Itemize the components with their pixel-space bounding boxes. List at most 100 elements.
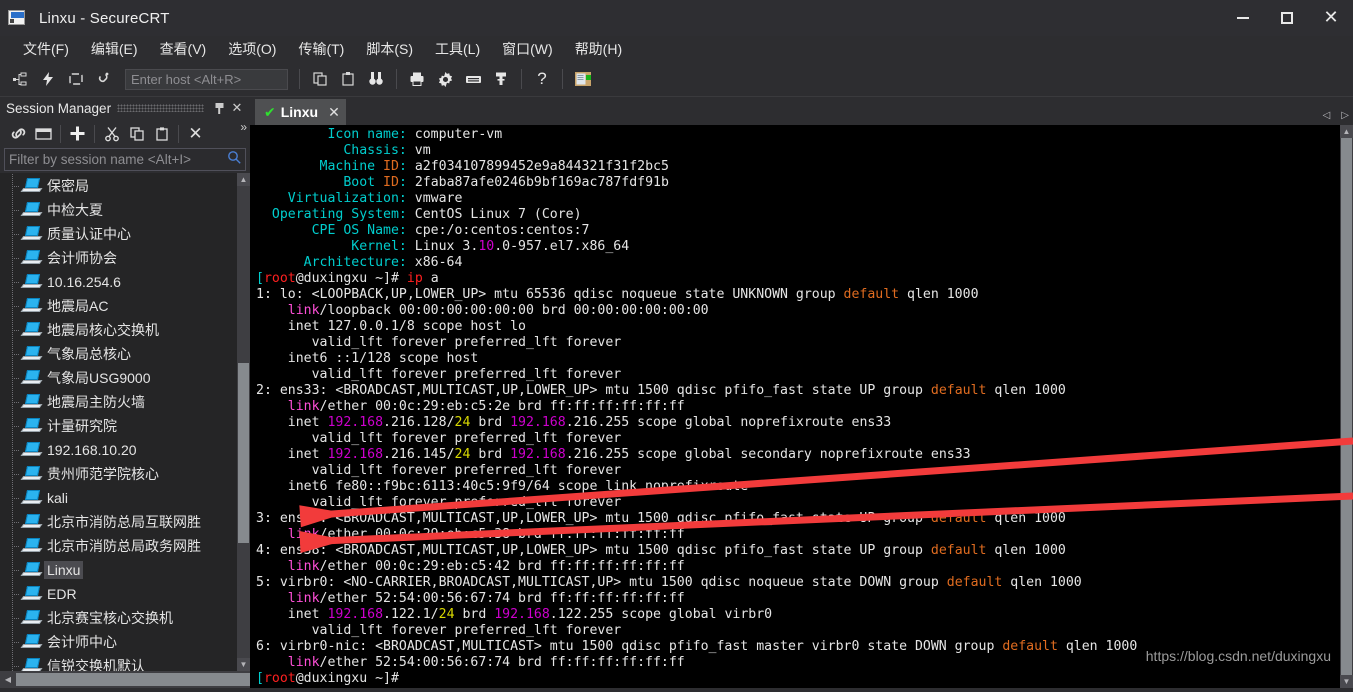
terminal-scrollbar-thumb[interactable] (1341, 138, 1352, 675)
session-list-item[interactable]: 贵州师范学院核心 (0, 462, 237, 487)
session-name-label: kali (47, 490, 69, 507)
session-list-item[interactable]: 北京赛宝核心交换机 (0, 606, 237, 631)
session-list-item[interactable]: 会计师协会 (0, 246, 237, 271)
session-manager-toggle-icon[interactable] (571, 66, 595, 92)
session-list-item[interactable]: 地震局主防火墙 (0, 390, 237, 415)
session-list-item[interactable]: 北京市消防总局政务网胜 (0, 534, 237, 559)
content-area: Session Manager ✕ ✕ » Filter by session … (0, 97, 1353, 689)
session-list-item[interactable]: 质量认证中心 (0, 222, 237, 247)
paste-icon[interactable] (149, 122, 174, 146)
search-icon[interactable] (227, 150, 241, 169)
hscroll-track[interactable] (16, 671, 316, 688)
drag-handle[interactable] (117, 104, 204, 113)
session-computer-icon (20, 369, 43, 387)
session-list-scrollbar[interactable]: ▲ ▼ (237, 173, 250, 672)
terminal-scrollbar[interactable]: ▲ ▼ (1340, 125, 1353, 688)
quick-connect-icon[interactable] (36, 66, 60, 92)
delete-icon[interactable]: ✕ (183, 122, 208, 146)
menu-bar: 文件(F) 编辑(E) 查看(V) 选项(O) 传输(T) 脚本(S) 工具(L… (0, 36, 1353, 62)
close-button[interactable]: ✕ (1309, 0, 1353, 36)
tab-close-icon[interactable]: ✕ (328, 104, 340, 121)
pin-icon[interactable] (210, 98, 228, 118)
session-computer-icon (20, 345, 43, 363)
menu-options[interactable]: 选项(O) (217, 37, 287, 61)
gear-icon[interactable] (433, 66, 457, 92)
session-list-hscrollbar[interactable]: ◀ ▶ (0, 671, 316, 689)
terminal-text: .216.145/ (383, 447, 455, 462)
menu-help[interactable]: 帮助(H) (564, 37, 633, 61)
session-list-item[interactable]: 10.16.254.6 (0, 270, 237, 295)
tab-linxu[interactable]: ✔ Linxu ✕ (255, 99, 346, 125)
terminal-text: default (930, 543, 987, 558)
close-panel-icon[interactable]: ✕ (228, 98, 246, 118)
tab-nav-prev-icon[interactable]: ◁ (1323, 110, 1331, 121)
menu-view[interactable]: 查看(V) (149, 37, 218, 61)
host-placeholder: Enter host <Alt+R> (131, 71, 242, 87)
scroll-up-arrow[interactable]: ▲ (237, 173, 250, 187)
find-icon[interactable] (364, 66, 388, 92)
session-list-item[interactable]: 地震局核心交换机 (0, 318, 237, 343)
session-list-item[interactable]: 地震局AC (0, 294, 237, 319)
scrollbar-thumb[interactable] (238, 363, 249, 544)
terminal-text: Architecture: (256, 255, 415, 270)
tab-nav-next-icon[interactable]: ▷ (1341, 110, 1349, 121)
new-session-icon[interactable] (8, 66, 32, 92)
session-list-container: 保密局 中检大夏 质量认证中心 会计师协会 10.16.254.6 地震局AC 地震局核心交… (0, 173, 250, 672)
terminal-text: 24 (454, 447, 471, 462)
session-list[interactable]: 保密局 中检大夏 质量认证中心 会计师协会 10.16.254.6 地震局AC 地震局核心交… (0, 173, 237, 672)
session-list-item[interactable]: Linxu (0, 558, 237, 583)
connect-chain-icon[interactable] (92, 66, 116, 92)
paste-icon[interactable] (336, 66, 360, 92)
new-window-icon[interactable] (31, 122, 56, 146)
session-list-item[interactable]: 信锐交换机默认 (0, 654, 237, 672)
session-list-item[interactable]: 保密局 (0, 174, 237, 199)
terminal-text: brd (454, 607, 495, 622)
terminal-line: inet6 ::1/128 scope host (256, 351, 1340, 367)
add-session-icon[interactable] (65, 122, 90, 146)
copy-icon[interactable] (308, 66, 332, 92)
terminal-text: /ether 52:54:00:56:67:74 brd ff:ff:ff:ff… (319, 655, 685, 670)
session-list-item[interactable]: 计量研究院 (0, 414, 237, 439)
session-list-item[interactable]: 气象局总核心 (0, 342, 237, 367)
session-list-item[interactable]: EDR (0, 582, 237, 607)
session-filter-input[interactable]: Filter by session name <Alt+I> (4, 147, 246, 172)
terminal-line: inet 192.168.216.145/24 brd 192.168.216.… (256, 447, 1340, 463)
menu-file[interactable]: 文件(F) (12, 37, 80, 61)
terminal-scroll-up-arrow[interactable]: ▲ (1340, 125, 1353, 138)
menu-tools[interactable]: 工具(L) (424, 37, 491, 61)
key-icon[interactable] (489, 66, 513, 92)
terminal-scroll-down-arrow[interactable]: ▼ (1340, 675, 1353, 688)
menu-transfer[interactable]: 传输(T) (287, 37, 355, 61)
copy-icon[interactable] (124, 122, 149, 146)
chevron-double-right-icon[interactable]: » (240, 120, 247, 134)
session-list-item[interactable]: 中检大夏 (0, 198, 237, 223)
terminal-text: link (287, 527, 320, 542)
terminal-text: 1: lo: <LOOPBACK,UP,LOWER_UP> mtu 65536 … (256, 287, 844, 302)
maximize-button[interactable] (1265, 0, 1309, 36)
session-list-item[interactable]: 192.168.10.20 (0, 438, 237, 463)
session-list-item[interactable]: 气象局USG9000 (0, 366, 237, 391)
session-list-item[interactable]: 会计师中心 (0, 630, 237, 655)
terminal-text: 5: virbr0: <NO-CARRIER,BROADCAST,MULTICA… (256, 575, 947, 590)
connect-icon[interactable] (6, 122, 31, 146)
session-list-item[interactable]: 北京市消防总局互联网胜 (0, 510, 237, 535)
sidebar-divider-2 (94, 124, 95, 143)
keymap-icon[interactable] (461, 66, 485, 92)
terminal-text: Boot (256, 175, 384, 190)
reconnect-icon[interactable] (64, 66, 88, 92)
cut-icon[interactable] (99, 122, 124, 146)
help-question-icon[interactable]: ? (530, 66, 554, 92)
menu-window[interactable]: 窗口(W) (491, 37, 564, 61)
hscroll-left-arrow[interactable]: ◀ (0, 671, 16, 688)
terminal-output[interactable]: Icon name: computer-vm Chassis: vm Machi… (250, 125, 1340, 688)
green-check-icon: ✔ (264, 103, 276, 120)
terminal-line: link/ether 00:0c:29:eb:c5:42 brd ff:ff:f… (256, 559, 1340, 575)
scroll-down-arrow[interactable]: ▼ (237, 658, 250, 672)
menu-script[interactable]: 脚本(S) (355, 37, 424, 61)
session-list-item[interactable]: kali (0, 486, 237, 511)
print-icon[interactable] (405, 66, 429, 92)
menu-edit[interactable]: 编辑(E) (80, 37, 149, 61)
terminal-text: .122.255 scope global virbr0 (549, 607, 773, 622)
host-input[interactable]: Enter host <Alt+R> (125, 68, 288, 90)
minimize-button[interactable] (1221, 0, 1265, 36)
